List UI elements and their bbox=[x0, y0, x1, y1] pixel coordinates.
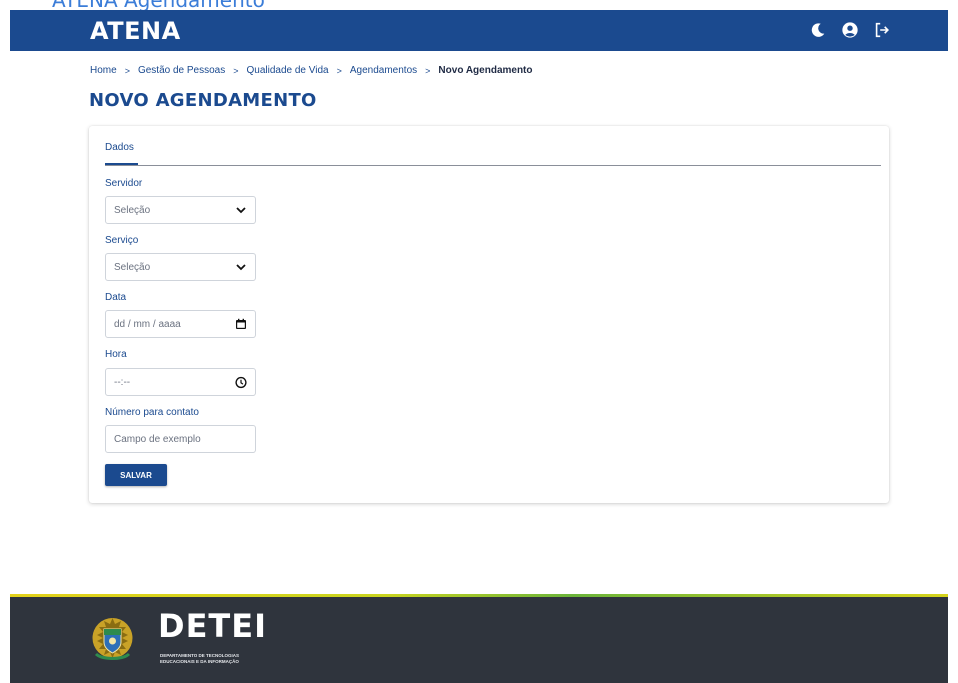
moon-icon[interactable] bbox=[808, 20, 828, 40]
servidor-select-value: Seleção bbox=[114, 204, 151, 216]
top-cutoff-text: ATENA Agendamento bbox=[0, 0, 958, 10]
breadcrumb-separator: > bbox=[124, 65, 130, 76]
save-button[interactable]: SALVAR bbox=[105, 464, 167, 486]
breadcrumb-current: Novo Agendamento bbox=[438, 65, 533, 76]
servico-select-value: Seleção bbox=[114, 261, 151, 273]
logout-icon[interactable] bbox=[872, 20, 892, 40]
chevron-down-icon bbox=[235, 261, 247, 273]
time-input[interactable]: --:-- bbox=[105, 368, 256, 396]
user-circle-icon[interactable] bbox=[840, 20, 860, 40]
footer-brand-subtitle: DEPARTAMENTO DE TECNOLOGIAS EDUCACIONAIS… bbox=[160, 653, 239, 665]
header-actions bbox=[808, 20, 892, 40]
breadcrumb-agendamentos[interactable]: Agendamentos bbox=[350, 65, 417, 76]
footer-subtitle-line-2: EDUCACIONAIS E DA INFORMAÇÃO bbox=[160, 659, 239, 665]
breadcrumb: Home > Gestão de Pessoas > Qualidade de … bbox=[90, 65, 533, 76]
footer-brand: DETEI bbox=[158, 607, 268, 645]
top-header: ATENA bbox=[10, 10, 948, 51]
contact-number-placeholder: Campo de exemplo bbox=[114, 433, 201, 445]
tab-dados[interactable]: Dados bbox=[105, 142, 134, 153]
coat-of-arms-logo bbox=[90, 614, 135, 662]
form-card: Dados Servidor Seleção Serviço Seleção D… bbox=[89, 126, 889, 503]
page-title: NOVO AGENDAMENTO bbox=[89, 90, 317, 111]
tab-divider bbox=[105, 165, 881, 166]
contact-number-input[interactable]: Campo de exemplo bbox=[105, 425, 256, 453]
clock-icon[interactable] bbox=[235, 376, 247, 388]
chevron-down-icon bbox=[235, 204, 247, 216]
numero-contato-label: Número para contato bbox=[105, 407, 199, 418]
data-label: Data bbox=[105, 292, 127, 303]
servico-label: Serviço bbox=[105, 235, 139, 246]
servidor-select[interactable]: Seleção bbox=[105, 196, 256, 224]
breadcrumb-home[interactable]: Home bbox=[90, 65, 117, 76]
time-input-value: --:-- bbox=[114, 376, 131, 388]
footer: DETEI DEPARTAMENTO DE TECNOLOGIAS EDUCAC… bbox=[10, 597, 948, 683]
breadcrumb-separator: > bbox=[233, 65, 239, 76]
date-input[interactable]: dd / mm / aaaa bbox=[105, 310, 256, 338]
servidor-label: Servidor bbox=[105, 178, 143, 189]
date-input-value: dd / mm / aaaa bbox=[114, 318, 181, 330]
hora-label: Hora bbox=[105, 349, 127, 360]
breadcrumb-separator: > bbox=[336, 65, 342, 76]
app-logo[interactable]: ATENA bbox=[90, 17, 181, 45]
breadcrumb-separator: > bbox=[425, 65, 431, 76]
servico-select[interactable]: Seleção bbox=[105, 253, 256, 281]
breadcrumb-qualidade-de-vida[interactable]: Qualidade de Vida bbox=[247, 65, 329, 76]
calendar-icon[interactable] bbox=[235, 318, 247, 330]
breadcrumb-gestao-de-pessoas[interactable]: Gestão de Pessoas bbox=[138, 65, 225, 76]
